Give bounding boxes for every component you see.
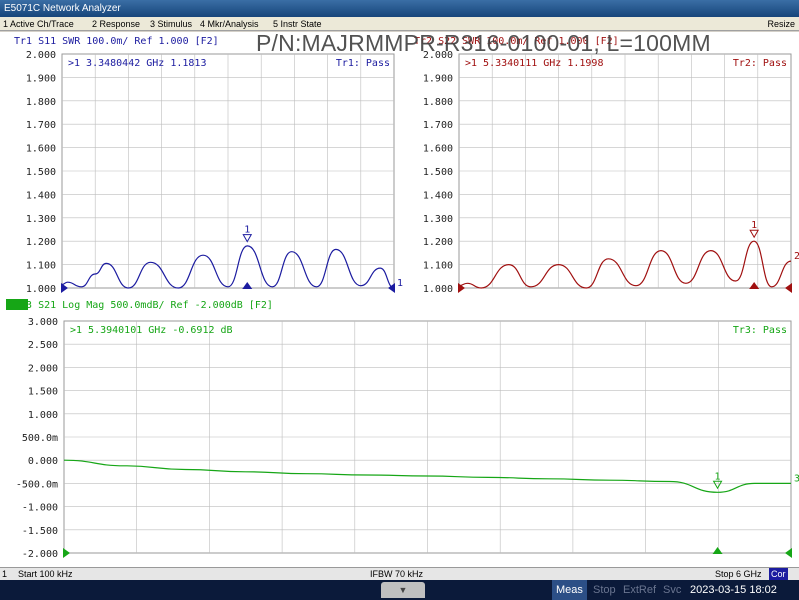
y-tick-label: -2.000 [22, 549, 58, 560]
y-tick-label: 500.0m [22, 433, 58, 444]
marker-label: 1 [244, 225, 250, 236]
y-tick-label: 1.500 [28, 387, 58, 398]
y-tick-label: -500.0m [16, 479, 58, 490]
marker-label: 1 [715, 471, 721, 482]
y-tick-label: 1.300 [26, 214, 56, 225]
limit-status-tr2: Tr2: Pass [733, 58, 787, 69]
menu-stimulus[interactable]: 3 Stimulus [150, 17, 192, 31]
y-tick-label: 1.400 [26, 190, 56, 201]
y-tick-label: 2.000 [26, 50, 56, 61]
limit-status-tr1: Tr1: Pass [336, 58, 390, 69]
y-tick-label: 1.600 [26, 144, 56, 155]
y-tick-label: 1.000 [423, 284, 453, 295]
trace-header-tr3: Tr3 S21 Log Mag 500.0mdB/ Ref -2.000dB [… [14, 300, 273, 311]
status-bar: 1 Start 100 kHz IFBW 70 kHz Stop 6 GHz C… [0, 567, 799, 581]
menu-response[interactable]: 2 Response [92, 17, 140, 31]
menu-resize[interactable]: Resize [767, 17, 795, 31]
marker-readout-tr1: >1 3.3480442 GHz 1.1813 [68, 58, 206, 69]
end-marker-label: 1 [397, 278, 403, 289]
marker-readout-tr2: >1 5.3340111 GHz 1.1998 [465, 58, 603, 69]
y-tick-label: -1.000 [22, 503, 58, 514]
y-tick-label: 3.000 [28, 317, 58, 328]
expand-panel-button[interactable]: ▼ [381, 582, 425, 598]
y-tick-label: 1.100 [423, 261, 453, 272]
limit-status-tr3: Tr3: Pass [733, 325, 787, 336]
end-marker-label: 2 [794, 251, 799, 262]
y-tick-label: 1.400 [423, 190, 453, 201]
y-tick-label: 1.500 [26, 167, 56, 178]
trace-header-tr1: Tr1 S11 SWR 100.0m/ Ref 1.000 [F2] [14, 36, 219, 47]
y-tick-label: 1.100 [26, 261, 56, 272]
marker-readout-tr3: >1 5.3940101 GHz -0.6912 dB [70, 325, 233, 336]
end-marker-label: 3 [794, 473, 799, 484]
datetime: 2023-03-15 18:02 [690, 584, 777, 596]
y-tick-label: 1.900 [423, 73, 453, 84]
y-tick-label: 1.700 [423, 120, 453, 131]
y-tick-label: 2.000 [28, 363, 58, 374]
marker-label: 1 [751, 220, 757, 231]
y-tick-label: -1.500 [22, 526, 58, 537]
y-tick-label: 1.200 [26, 237, 56, 248]
bottom-status-bar: ▼ Meas Stop ExtRef Svc 2023-03-15 18:02 [0, 580, 799, 600]
extref-indicator: ExtRef [623, 584, 657, 596]
y-tick-label: 1.000 [26, 284, 56, 295]
window-title-bar: E5071C Network Analyzer [0, 0, 799, 17]
y-tick-label: 2.500 [28, 340, 58, 351]
y-tick-label: 1.900 [26, 73, 56, 84]
svc-indicator: Svc [663, 584, 682, 596]
window-title: E5071C Network Analyzer [4, 3, 121, 14]
menu-mkr-analysis[interactable]: 4 Mkr/Analysis [200, 17, 259, 31]
y-tick-label: 1.800 [423, 97, 453, 108]
meas-indicator: Meas [552, 580, 587, 600]
y-tick-label: 1.000 [28, 410, 58, 421]
part-number-overlay: P/N:MAJRMMPR-R316-0100-01, L=100MM [256, 30, 711, 56]
analyzer-display: Tr1 S11 SWR 100.0m/ Ref 1.000 [F2] 2.000 1… [0, 32, 799, 567]
y-tick-label: 1.600 [423, 144, 453, 155]
stop-indicator: Stop [593, 584, 616, 596]
menu-bar: 1 Active Ch/Trace 2 Response 3 Stimulus … [0, 17, 799, 31]
y-tick-label: 1.300 [423, 214, 453, 225]
y-tick-label: 1.200 [423, 237, 453, 248]
menu-instr-state[interactable]: 5 Instr State [273, 17, 322, 31]
y-tick-label: 0.000 [28, 456, 58, 467]
y-tick-label: 1.800 [26, 97, 56, 108]
y-tick-label: 1.500 [423, 167, 453, 178]
menu-active-ch-trace[interactable]: 1 Active Ch/Trace [3, 17, 74, 31]
chevron-down-icon: ▼ [398, 585, 408, 595]
y-tick-label: 1.700 [26, 120, 56, 131]
